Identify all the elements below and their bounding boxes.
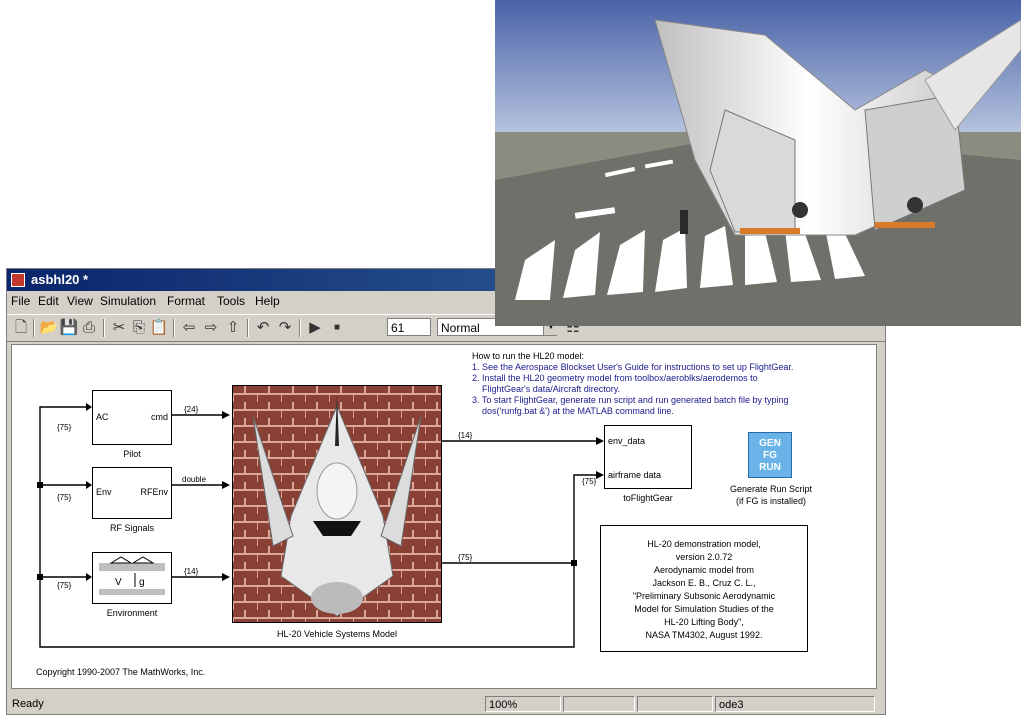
howto-annotation: How to run the HL20 model: 1. See the Ae…	[472, 351, 793, 417]
copyright-text: Copyright 1990-2007 The MathWorks, Inc.	[36, 667, 206, 677]
environment-label: Environment	[106, 608, 158, 618]
run-icon[interactable]: ▶	[305, 318, 325, 338]
tofg-env-port: env_data	[608, 436, 646, 446]
environment-icon: V g	[99, 556, 165, 595]
stop-time-field[interactable]: 61	[387, 318, 431, 336]
howto-line: How to run the HL20 model:	[472, 351, 585, 361]
forward-arrow-icon[interactable]: ⇨	[201, 318, 221, 338]
open-folder-icon[interactable]: 📂	[39, 318, 59, 338]
notes-line: Aerodynamic model from	[653, 565, 755, 575]
model-notes-box: HL-20 demonstration model, version 2.0.7…	[600, 525, 808, 652]
stop-icon[interactable]: ■	[327, 318, 347, 338]
status-empty-2	[637, 696, 713, 712]
print-icon[interactable]: ⎙	[79, 318, 99, 338]
hl20-vehicle-block[interactable]	[232, 385, 442, 623]
up-arrow-icon[interactable]: ⇧	[223, 318, 243, 338]
pilot-block[interactable]: AC cmd	[92, 390, 172, 445]
signal-label: {75}	[582, 477, 597, 486]
run-text: RUN	[759, 462, 781, 473]
status-empty-1	[563, 696, 635, 712]
signal-label: {75}	[57, 493, 72, 502]
signal-label: {14}	[458, 431, 473, 440]
notes-line: NASA TM4302, August 1992.	[645, 630, 763, 640]
rf-in-port: Env	[96, 487, 112, 497]
toflightgear-label: toFlightGear	[623, 493, 673, 503]
save-icon[interactable]: 💾	[59, 318, 79, 338]
menu-view[interactable]: View	[67, 294, 93, 308]
notes-line: HL-20 Lifting Body",	[664, 617, 744, 627]
signal-label: {75}	[57, 581, 72, 590]
status-zoom: 100%	[485, 696, 561, 712]
menu-file[interactable]: File	[11, 294, 30, 308]
status-solver: ode3	[715, 696, 875, 712]
svg-text:g: g	[139, 577, 145, 588]
fg-text: FG	[763, 450, 777, 461]
new-model-icon[interactable]: 🗋	[11, 318, 31, 338]
flightgear-scene-image	[495, 0, 1021, 326]
pilot-out-port: cmd	[150, 412, 168, 422]
gen-label-line: (if FG is installed)	[735, 496, 806, 506]
toflightgear-block[interactable]: env_data airframe data	[604, 425, 692, 489]
notes-line: version 2.0.72	[675, 552, 733, 562]
signal-label: double	[182, 475, 207, 484]
howto-line: 3. To start FlightGear, generate run scr…	[472, 395, 789, 405]
howto-line: dos('runfg.bat &') at the MATLAB command…	[472, 406, 674, 416]
gen-label-line: Generate Run Script	[729, 484, 813, 494]
rf-out-port: RFEnv	[140, 487, 168, 497]
rf-signals-block[interactable]: Env RFEnv	[92, 467, 172, 519]
undo-icon[interactable]: ↶	[253, 318, 273, 338]
copy-icon[interactable]: ⎘	[129, 318, 149, 338]
environment-block[interactable]: V g	[92, 552, 172, 604]
simulink-app-icon	[11, 273, 25, 287]
menu-simulation[interactable]: Simulation	[100, 294, 156, 308]
svg-text:V: V	[115, 577, 122, 588]
tofg-airframe-port: airframe data	[608, 470, 662, 480]
notes-line: "Preliminary Subsonic Aerodynamic	[632, 591, 776, 601]
notes-line: Model for Simulation Studies of the	[634, 604, 774, 614]
status-ready: Ready	[12, 698, 44, 710]
back-arrow-icon[interactable]: ⇦	[179, 318, 199, 338]
simulink-window: asbhl20 * File Edit View Simulation Form…	[6, 268, 886, 715]
howto-line: FlightGear's data/Aircraft directory.	[472, 384, 621, 394]
model-canvas[interactable]: AC cmd Pilot Env RFEnv RF Signals V g En…	[11, 344, 877, 689]
signal-label: {75}	[458, 553, 473, 562]
window-title: asbhl20 *	[31, 272, 89, 287]
hl20-vehicle-label: HL-20 Vehicle Systems Model	[276, 629, 398, 639]
signal-label: {24}	[184, 405, 199, 414]
signal-label: {75}	[57, 423, 72, 432]
menu-tools[interactable]: Tools	[217, 294, 245, 308]
menu-edit[interactable]: Edit	[38, 294, 59, 308]
howto-line: 2. Install the HL20 geometry model from …	[472, 373, 758, 383]
menu-format[interactable]: Format	[167, 294, 205, 308]
redo-icon[interactable]: ↷	[275, 318, 295, 338]
notes-line: Jackson E. B., Cruz C. L.,	[652, 578, 756, 588]
flightgear-view	[495, 0, 1021, 326]
gen-text: GEN	[759, 438, 781, 449]
status-bar: Ready 100% ode3	[7, 694, 885, 714]
generate-run-script-label: Generate Run Script (if FG is installed)	[712, 483, 830, 507]
notes-line: HL-20 demonstration model,	[647, 539, 761, 549]
signal-label: {14}	[184, 567, 199, 576]
rf-signals-label: RF Signals	[109, 523, 154, 533]
generate-run-script-button[interactable]: GEN FG RUN	[748, 432, 792, 478]
pilot-label: Pilot	[123, 449, 141, 459]
pilot-in-port: AC	[96, 412, 109, 422]
paste-icon[interactable]: 📋	[149, 318, 169, 338]
howto-line: 1. See the Aerospace Blockset User's Gui…	[472, 362, 794, 372]
cut-icon[interactable]: ✂	[109, 318, 129, 338]
hl20-aircraft-image	[233, 386, 441, 622]
menu-help[interactable]: Help	[255, 294, 280, 308]
